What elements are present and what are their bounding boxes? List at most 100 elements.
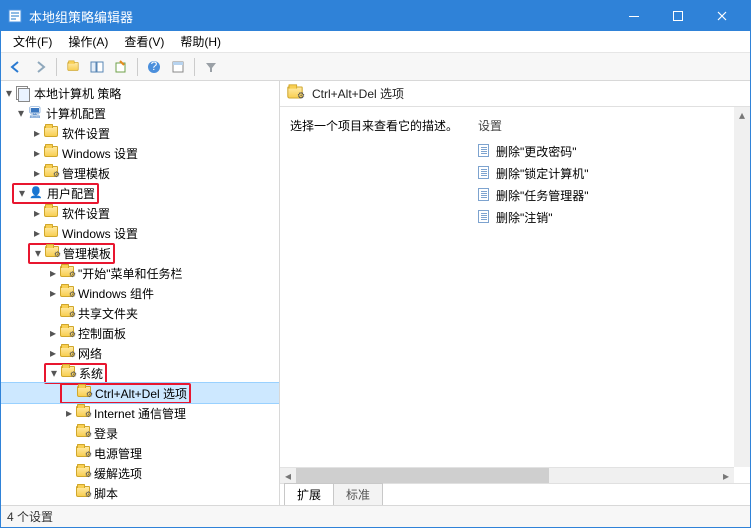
- expand-icon[interactable]: ▾: [15, 107, 27, 119]
- policy-root-icon: [16, 86, 30, 100]
- folder-icon: [60, 326, 74, 340]
- window-root: 本地组策略编辑器 文件(F) 操作(A) 查看(V) 帮助(H) ?: [0, 0, 751, 528]
- tree-label: Internet 通信管理: [94, 405, 186, 422]
- expand-icon[interactable]: ▸: [47, 287, 59, 299]
- tree-label: 用户配置: [47, 185, 95, 202]
- description-hint: 选择一个项目来查看它的描述。: [290, 117, 450, 134]
- details-panel: Ctrl+Alt+Del 选项 选择一个项目来查看它的描述。 设置 删除"更改密…: [280, 81, 750, 505]
- folder-icon: [76, 446, 90, 460]
- tree-item[interactable]: ▸ Windows 设置: [1, 143, 279, 163]
- scroll-right-button[interactable]: ▸: [718, 468, 734, 483]
- scroll-track[interactable]: [296, 468, 718, 483]
- tree-label: 网络: [78, 345, 102, 362]
- up-button[interactable]: [62, 56, 84, 78]
- tree-label: 电源管理: [94, 445, 142, 462]
- tree-item[interactable]: ▸ Windows 组件: [1, 283, 279, 303]
- forward-button[interactable]: [29, 56, 51, 78]
- tree-item[interactable]: 电源管理: [1, 443, 279, 463]
- expand-icon[interactable]: ▸: [31, 207, 43, 219]
- expand-icon[interactable]: ▸: [31, 147, 43, 159]
- menu-help[interactable]: 帮助(H): [172, 31, 229, 52]
- tree-item[interactable]: ▸ "开始"菜单和任务栏: [1, 263, 279, 283]
- expand-icon[interactable]: ▸: [47, 327, 59, 339]
- tree-admin-templates-user[interactable]: ▾ 管理模板: [1, 243, 279, 263]
- svg-text:?: ?: [151, 60, 158, 73]
- tab-standard[interactable]: 标准: [333, 483, 383, 505]
- spacer-icon: [64, 387, 76, 399]
- tree-user-config[interactable]: ▾ 👤 用户配置: [1, 183, 279, 203]
- menubar: 文件(F) 操作(A) 查看(V) 帮助(H): [1, 31, 750, 53]
- folder-icon: [60, 286, 74, 300]
- expand-icon[interactable]: ▸: [31, 127, 43, 139]
- tree-item[interactable]: 登录: [1, 423, 279, 443]
- folder-icon: [76, 486, 90, 500]
- tab-extended[interactable]: 扩展: [284, 483, 334, 505]
- vertical-scrollbar[interactable]: ▴: [734, 107, 750, 467]
- expand-icon[interactable]: ▾: [3, 87, 15, 99]
- help-button[interactable]: ?: [143, 56, 165, 78]
- scroll-thumb[interactable]: [296, 468, 549, 483]
- scroll-up-button[interactable]: ▴: [734, 107, 750, 123]
- app-icon: [7, 8, 23, 24]
- export-button[interactable]: [110, 56, 132, 78]
- folder-icon: [44, 226, 58, 240]
- setting-icon: [478, 188, 492, 202]
- expand-icon[interactable]: ▾: [48, 367, 60, 379]
- menu-file[interactable]: 文件(F): [5, 31, 60, 52]
- maximize-button[interactable]: [656, 1, 700, 31]
- tree-label: Windows 设置: [62, 145, 138, 162]
- tree-item[interactable]: 缓解选项: [1, 463, 279, 483]
- folder-icon: [77, 386, 91, 400]
- menu-view[interactable]: 查看(V): [116, 31, 172, 52]
- expand-icon[interactable]: ▸: [47, 267, 59, 279]
- setting-row[interactable]: 删除"更改密码": [478, 140, 740, 162]
- tree-item[interactable]: 共享文件夹: [1, 303, 279, 323]
- tree-item[interactable]: 脚本: [1, 483, 279, 503]
- folder-icon: [44, 166, 58, 180]
- setting-row[interactable]: 删除"锁定计算机": [478, 162, 740, 184]
- folder-icon: [61, 366, 75, 380]
- settings-header[interactable]: 设置: [478, 117, 740, 134]
- filter-button[interactable]: [200, 56, 222, 78]
- tree-computer-config[interactable]: ▾ 🖥 计算机配置: [1, 103, 279, 123]
- tree-label: Windows 组件: [78, 285, 154, 302]
- expand-icon[interactable]: ▾: [32, 247, 44, 259]
- tree-label: 管理模板: [62, 165, 110, 182]
- tree-system[interactable]: ▾ 系统: [1, 363, 279, 383]
- expand-icon[interactable]: ▾: [16, 187, 28, 199]
- tree-root[interactable]: ▾ 本地计算机 策略: [1, 83, 279, 103]
- minimize-button[interactable]: [612, 1, 656, 31]
- expand-icon[interactable]: ▸: [31, 167, 43, 179]
- tree-label: Ctrl+Alt+Del 选项: [95, 385, 187, 402]
- folder-icon: [76, 466, 90, 480]
- expand-icon[interactable]: ▸: [31, 227, 43, 239]
- tree-item[interactable]: ▸ 软件设置: [1, 123, 279, 143]
- scroll-left-button[interactable]: ◂: [280, 468, 296, 483]
- folder-icon: [76, 406, 90, 420]
- menu-action[interactable]: 操作(A): [60, 31, 116, 52]
- tree-item[interactable]: ▸ Windows 设置: [1, 223, 279, 243]
- tree-item[interactable]: ▸ 管理模板: [1, 163, 279, 183]
- properties-button[interactable]: [167, 56, 189, 78]
- back-button[interactable]: [5, 56, 27, 78]
- close-button[interactable]: [700, 1, 744, 31]
- setting-label: 删除"更改密码": [496, 143, 577, 160]
- spacer-icon: [63, 467, 75, 479]
- setting-row[interactable]: 删除"注销": [478, 206, 740, 228]
- tree-cad-options[interactable]: Ctrl+Alt+Del 选项: [1, 383, 279, 403]
- tree-item[interactable]: ▸ 网络: [1, 343, 279, 363]
- tree-label: 计算机配置: [46, 105, 106, 122]
- tree-label: 登录: [94, 425, 118, 442]
- details-body: 选择一个项目来查看它的描述。 设置 删除"更改密码" 删除"锁定计算机" 删除"…: [280, 107, 750, 483]
- setting-label: 删除"锁定计算机": [496, 165, 589, 182]
- expand-icon[interactable]: ▸: [47, 347, 59, 359]
- setting-label: 删除"任务管理器": [496, 187, 589, 204]
- horizontal-scrollbar[interactable]: ◂ ▸: [280, 467, 734, 483]
- expand-icon[interactable]: ▸: [63, 407, 75, 419]
- tree-item[interactable]: ▸ 控制面板: [1, 323, 279, 343]
- tree-item[interactable]: ▸ 软件设置: [1, 203, 279, 223]
- tree-item[interactable]: ▸ Internet 通信管理: [1, 403, 279, 423]
- status-bar: 4 个设置: [1, 505, 750, 527]
- setting-row[interactable]: 删除"任务管理器": [478, 184, 740, 206]
- show-hide-tree-button[interactable]: [86, 56, 108, 78]
